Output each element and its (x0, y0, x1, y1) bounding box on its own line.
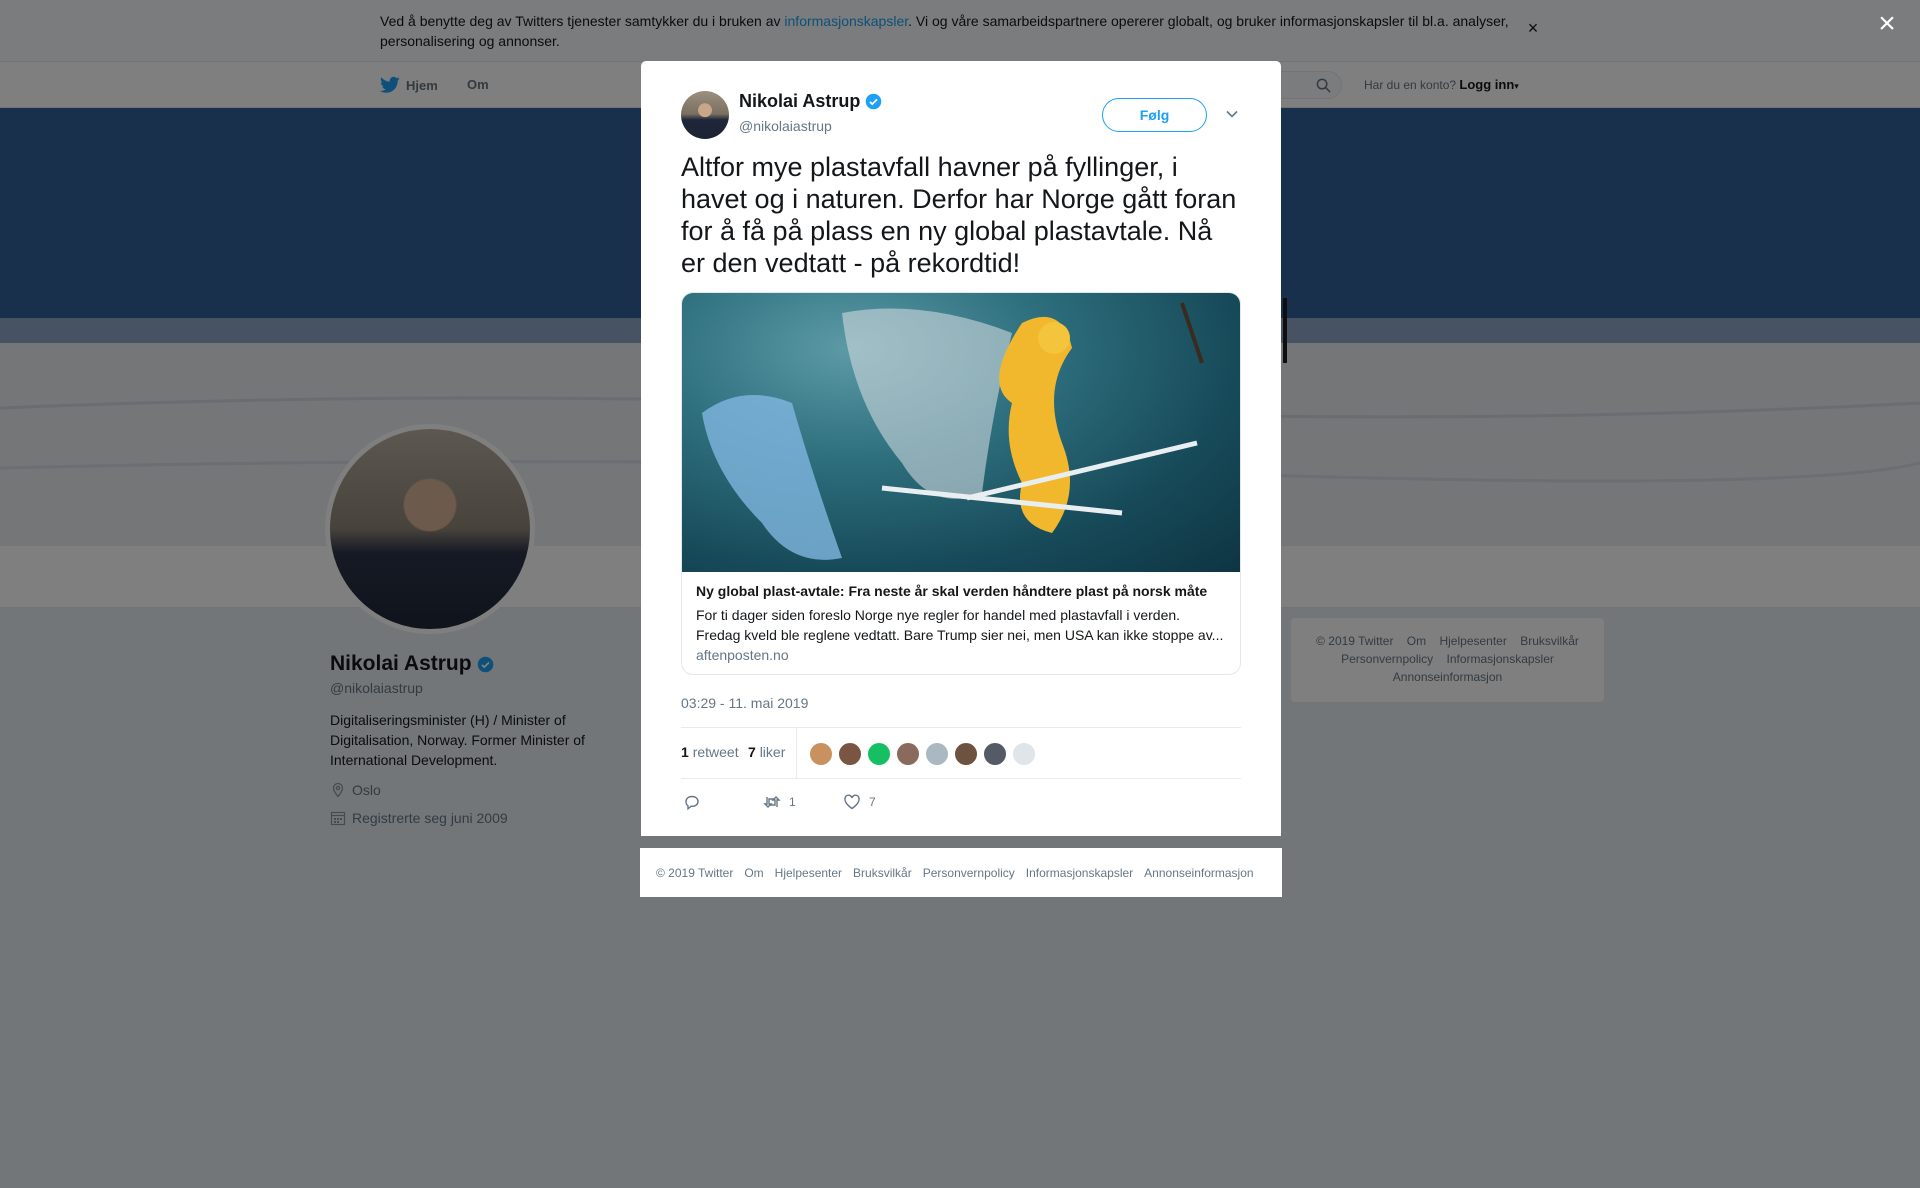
modal-footer-link-terms[interactable]: Bruksvilkår (853, 866, 912, 880)
modal-footer-link-cookies[interactable]: Informasjonskapsler (1026, 866, 1133, 880)
follow-button[interactable]: Følg (1102, 98, 1207, 132)
modal-footer-copyright: © 2019 Twitter (656, 865, 734, 880)
modal-footer-link-about[interactable]: Om (744, 866, 763, 880)
tweet-author-handle[interactable]: @nikolaiastrup (739, 118, 832, 134)
like-action-count: 7 (869, 795, 876, 809)
liker-avatar[interactable] (954, 742, 978, 766)
tweet-actions: 1 7 (681, 783, 1241, 823)
card-description: For ti dager siden foreslo Norge nye reg… (696, 607, 1224, 643)
link-preview-card[interactable]: Ny global plast-avtale: Fra neste år ska… (681, 292, 1241, 675)
card-image (682, 293, 1240, 572)
retweet-icon (763, 796, 781, 808)
retweets-count: 1 (681, 744, 689, 760)
retweet-button[interactable]: 1 (763, 793, 796, 811)
liker-avatar[interactable] (983, 742, 1007, 766)
liker-avatar[interactable] (809, 742, 833, 766)
likes-count: 7 (748, 744, 756, 760)
tweet-author-name-text: Nikolai Astrup (739, 91, 861, 111)
tweet-stats: 1 retweet 7 liker (681, 727, 1241, 779)
liker-avatar[interactable] (925, 742, 949, 766)
modal-footer-link-help[interactable]: Hjelpesenter (775, 866, 842, 880)
card-title: Ny global plast-avtale: Fra neste år ska… (696, 583, 1208, 599)
modal-footer-link-privacy[interactable]: Personvernpolicy (923, 866, 1015, 880)
liker-avatar[interactable] (1012, 742, 1036, 766)
tweet-timestamp[interactable]: 03:29 - 11. mai 2019 (681, 695, 808, 711)
stats-divider (796, 728, 797, 779)
verified-badge-icon (866, 93, 882, 110)
tweet-text: Altfor mye plastavfall havner på fylling… (681, 152, 1237, 278)
close-icon[interactable]: × (1874, 9, 1900, 39)
modal-footer: © 2019 Twitter Om Hjelpesenter Bruksvilk… (640, 848, 1282, 897)
reply-button[interactable] (683, 793, 709, 811)
likes-label: liker (759, 744, 786, 760)
liker-avatar[interactable] (896, 742, 920, 766)
tweet-author-name[interactable]: Nikolai Astrup (739, 91, 882, 112)
card-image-illustration (702, 302, 1204, 560)
retweet-action-count: 1 (789, 795, 796, 809)
chevron-down-icon[interactable] (1225, 107, 1239, 121)
liker-avatar[interactable] (838, 742, 862, 766)
card-domain: aftenposten.no (696, 647, 789, 663)
liker-avatars (809, 742, 1041, 766)
reply-icon (685, 795, 699, 811)
liker-avatar[interactable] (867, 742, 891, 766)
likes-stat[interactable]: 7 liker (748, 744, 785, 760)
like-button[interactable]: 7 (843, 793, 876, 811)
modal-footer-link-ads[interactable]: Annonseinformasjon (1144, 866, 1253, 880)
tweet-author-avatar[interactable] (681, 91, 729, 139)
retweets-label: retweet (692, 744, 739, 760)
retweets-stat[interactable]: 1 retweet (681, 744, 739, 760)
tweet-modal: Nikolai Astrup @nikolaiastrup Følg Altfo… (641, 61, 1281, 836)
heart-icon (844, 794, 860, 810)
